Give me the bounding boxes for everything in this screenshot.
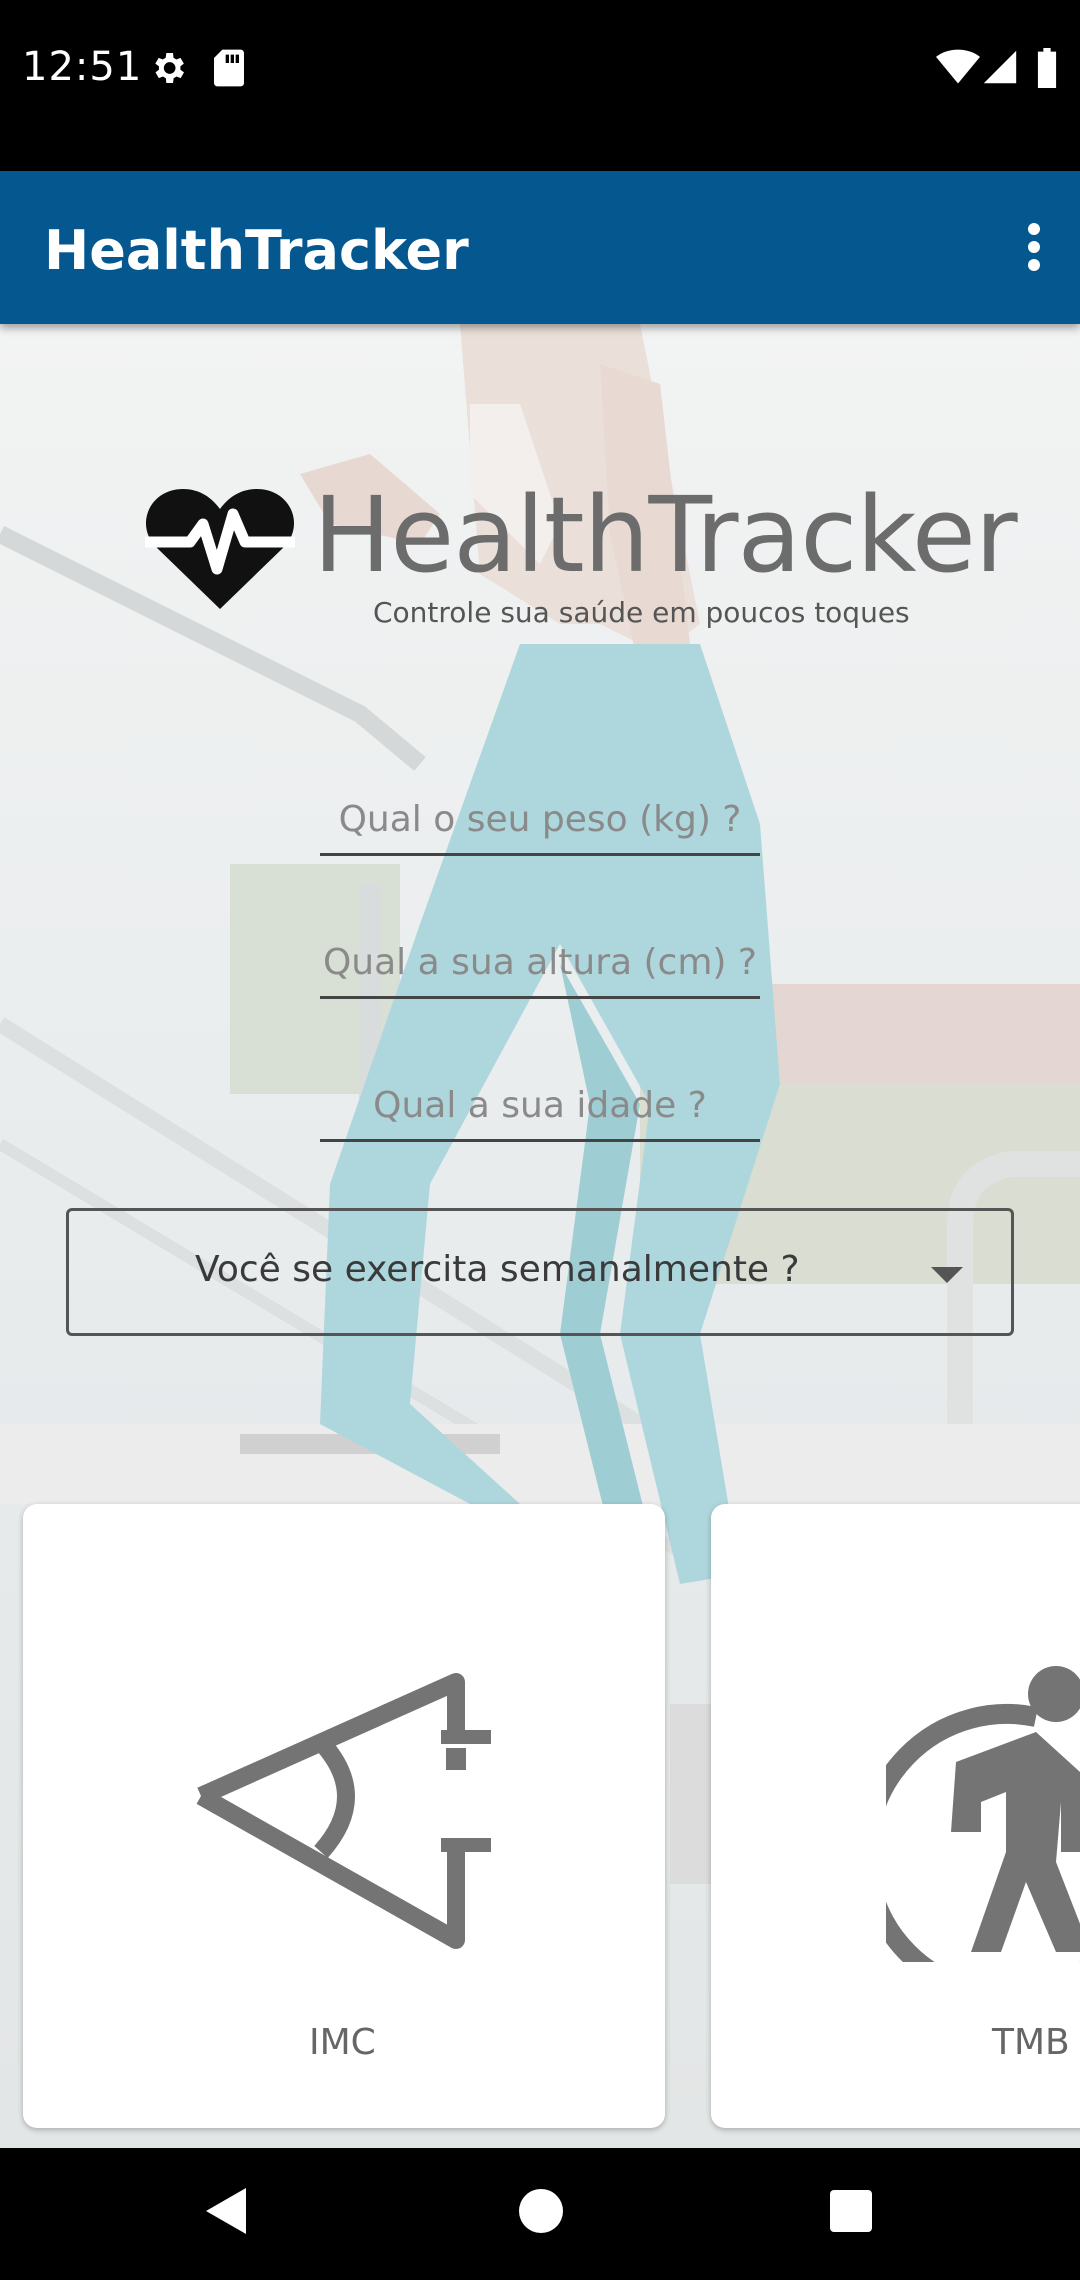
wifi-icon (936, 48, 980, 91)
home-button[interactable] (515, 2184, 567, 2243)
home-icon (519, 2189, 563, 2233)
back-icon (206, 2188, 246, 2234)
main-content: HealthTracker Controle sua saúde em pouc… (0, 324, 1080, 2148)
recents-button[interactable] (826, 2184, 876, 2243)
imc-ruler-icon (196, 1673, 491, 1949)
settings-icon (148, 48, 188, 93)
weight-input[interactable] (320, 786, 760, 856)
navigation-bar (0, 2148, 1080, 2280)
overflow-menu-button[interactable] (1002, 211, 1066, 283)
dropdown-arrow-icon (931, 1267, 963, 1283)
heartbeat-logo-icon (145, 489, 295, 609)
age-input[interactable] (320, 1072, 760, 1142)
logo-tagline: Controle sua saúde em poucos toques (373, 596, 910, 629)
cell-signal-icon (982, 48, 1018, 91)
recents-icon (830, 2190, 872, 2232)
tmb-card[interactable]: TMB (711, 1504, 1080, 2128)
sd-card-icon (212, 48, 246, 93)
tmb-card-label: TMB (992, 2022, 1070, 2063)
app-title: HealthTracker (44, 219, 469, 282)
exercise-frequency-select[interactable]: Você se exercita semanalmente ? (66, 1208, 1014, 1336)
imc-card[interactable]: IMC (23, 1504, 665, 2128)
logo-name: HealthTracker (313, 474, 1018, 596)
exercise-select-value: Você se exercita semanalmente ? (195, 1249, 800, 1290)
status-time: 12:51 (22, 44, 143, 90)
app-bar: HealthTracker (0, 171, 1080, 324)
status-bar: 12:51 (0, 0, 1080, 171)
imc-card-label: IMC (309, 2022, 376, 2063)
battery-icon (1036, 48, 1058, 93)
more-vert-icon (1028, 223, 1040, 271)
height-input[interactable] (320, 929, 760, 999)
walking-person-icon (886, 1666, 1080, 1962)
back-button[interactable] (200, 2184, 252, 2243)
